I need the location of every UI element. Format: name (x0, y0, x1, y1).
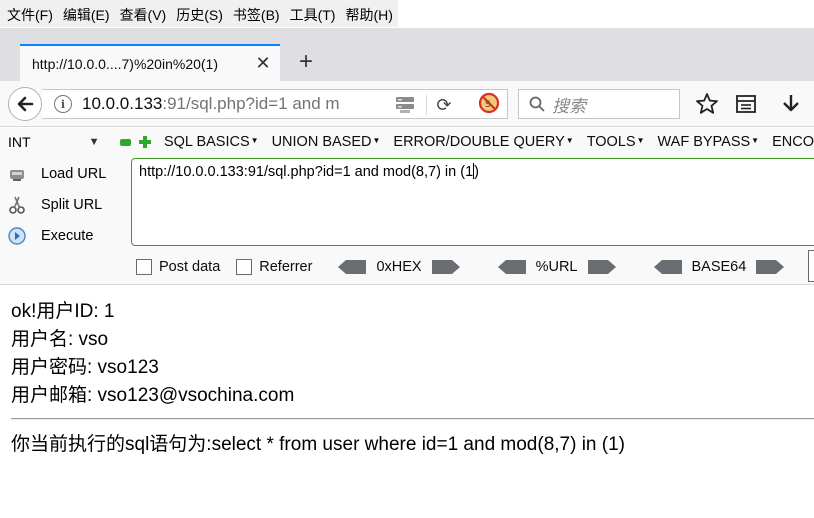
execute-button[interactable]: Execute (0, 220, 130, 251)
menu-edit[interactable]: 编辑(E) (58, 0, 115, 26)
url-rest: :91/sql.php?id=1 and m (162, 94, 340, 113)
menu-sql-basics-label: SQL BASICS (163, 134, 250, 150)
tab-title: http://10.0.0....7)%20in%20(1) (32, 55, 218, 72)
url-text[interactable]: 10.0.0.133:91/sql.php?id=1 and m (82, 94, 358, 114)
search-placeholder: 搜索 (552, 96, 586, 116)
menu-bar-items: 文件(F) 编辑(E) 查看(V) 历史(S) 书签(B) 工具(T) 帮助(H… (0, 0, 398, 27)
post-data-label: Post data (159, 259, 221, 275)
menu-help[interactable]: 帮助(H) (340, 0, 397, 26)
url-encode-label: %URL (535, 259, 578, 275)
menu-file[interactable]: 文件(F) (2, 0, 58, 26)
load-url-button[interactable]: Load URL (0, 158, 130, 189)
sql-statement: 你当前执行的sql语句为:select * from user where id… (11, 434, 626, 455)
back-button[interactable] (8, 87, 42, 121)
page-content: ok!用户ID: 1 用户名: vso 用户密码: vso123 用户邮箱: v… (11, 298, 814, 410)
menu-bookmarks[interactable]: 书签(B) (228, 0, 285, 26)
load-url-label: Load URL (41, 165, 107, 182)
result-password: 用户密码: vso123 (11, 357, 159, 378)
type-select-value: INT (8, 134, 31, 150)
bookmark-star-icon[interactable] (694, 91, 720, 117)
search-bar[interactable]: 搜索 (518, 89, 680, 119)
base64-encode-arrow-icon[interactable] (756, 260, 785, 274)
hex-decode-arrow-icon[interactable] (338, 260, 367, 274)
menu-union-based-label: UNION BASED (271, 134, 372, 150)
url-host: 10.0.0.133 (82, 94, 163, 113)
library-icon[interactable] (733, 91, 759, 117)
referrer-checkbox[interactable] (236, 259, 253, 275)
back-arrow-icon (17, 96, 34, 112)
split-url-button[interactable]: Split URL (0, 189, 130, 220)
tab-strip: http://10.0.0....7)%20in%20(1) ✕ + (0, 28, 814, 81)
caret-icon: ▼ (636, 136, 645, 145)
load-url-icon (10, 169, 24, 181)
type-select[interactable]: INT ▼ (0, 129, 108, 155)
chevron-down-icon: ▼ (88, 136, 100, 148)
menu-error-double-query-label: ERROR/DOUBLE QUERY (393, 134, 565, 150)
menu-union-based[interactable]: UNION BASED▼ (272, 134, 381, 150)
menu-encoding[interactable]: ENCO (772, 134, 814, 150)
server-icon[interactable] (394, 94, 416, 114)
divider (11, 418, 814, 420)
base64-label: BASE64 (691, 259, 747, 275)
split-url-label: Split URL (41, 196, 103, 213)
caret-icon: ▼ (250, 136, 259, 145)
url-separator (426, 95, 427, 115)
hackbar-toolbar: INT ▼ SQL BASICS▼ UNION BASED▼ ERROR/DOU… (0, 128, 814, 156)
menu-view[interactable]: 查看(V) (115, 0, 172, 26)
hackbar-panel: INT ▼ SQL BASICS▼ UNION BASED▼ ERROR/DOU… (0, 128, 814, 285)
search-icon (529, 96, 545, 112)
hackbar-options: Post data Referrer 0xHEX %URL BASE64 (0, 253, 814, 281)
caret-icon: ▼ (751, 136, 760, 145)
plus-icon[interactable] (139, 136, 151, 148)
result-email: 用户邮箱: vso123@vsochina.com (11, 385, 295, 406)
url-textarea[interactable]: http://10.0.0.133:91/sql.php?id=1 and mo… (131, 158, 814, 246)
info-icon[interactable]: i (54, 95, 72, 113)
menu-tools[interactable]: 工具(T) (285, 0, 341, 26)
base64-decode-arrow-icon[interactable] (653, 260, 682, 274)
tab-active[interactable]: http://10.0.0....7)%20in%20(1) ✕ (20, 44, 280, 81)
menu-error-double-query[interactable]: ERROR/DOUBLE QUERY▼ (393, 134, 573, 150)
url-decode-arrow-icon[interactable] (497, 260, 526, 274)
nav-bar: i 10.0.0.133:91/sql.php?id=1 and m ⟳ S 搜… (0, 81, 814, 127)
svg-text:S: S (485, 100, 491, 110)
split-url-icon (9, 196, 25, 214)
post-data-box[interactable] (808, 250, 814, 282)
url-textarea-value: http://10.0.0.133:91/sql.php?id=1 and mo… (139, 164, 474, 180)
execute-label: Execute (41, 227, 94, 244)
url-encode-arrow-icon[interactable] (587, 260, 616, 274)
hackbar-side-actions: Load URL Split URL Execute (0, 158, 130, 251)
menu-bar: 文件(F) 编辑(E) 查看(V) 历史(S) 书签(B) 工具(T) 帮助(H… (0, 0, 814, 28)
close-icon[interactable]: ✕ (250, 51, 276, 77)
hex-encode-arrow-icon[interactable] (431, 260, 460, 274)
result-username: 用户名: vso (11, 329, 109, 350)
url-bar[interactable]: i 10.0.0.133:91/sql.php?id=1 and m ⟳ (42, 89, 508, 119)
menu-tools-hb[interactable]: TOOLS▼ (587, 134, 645, 150)
caret-icon: ▼ (565, 136, 574, 145)
menu-tools-label: TOOLS (586, 134, 636, 150)
post-data-checkbox[interactable] (136, 259, 152, 275)
url-textarea-tail: ) (474, 164, 479, 180)
execute-icon (8, 226, 26, 245)
menu-waf-bypass[interactable]: WAF BYPASS▼ (658, 134, 760, 150)
menu-history[interactable]: 历史(S) (171, 0, 228, 26)
referrer-label: Referrer (259, 259, 313, 275)
result-user-id: ok!用户ID: 1 (11, 301, 115, 322)
hex-label: 0xHEX (376, 259, 422, 275)
minus-icon[interactable] (119, 138, 132, 146)
new-tab-button[interactable]: + (292, 48, 320, 76)
noscript-icon[interactable]: S (478, 92, 500, 114)
menu-sql-basics[interactable]: SQL BASICS▼ (164, 134, 259, 150)
caret-icon: ▼ (372, 136, 381, 145)
reload-icon[interactable]: ⟳ (432, 93, 456, 117)
menu-waf-bypass-label: WAF BYPASS (657, 134, 751, 150)
download-icon[interactable] (778, 91, 804, 117)
